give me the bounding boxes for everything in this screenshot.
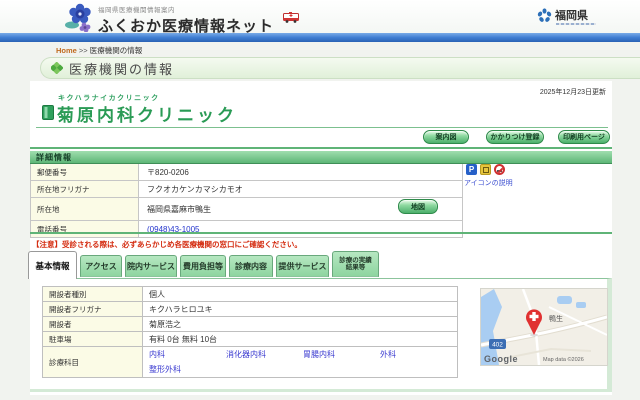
- prefecture-emblem-icon: [537, 7, 552, 22]
- breadcrumb-current: 医療機関の情報: [89, 46, 143, 55]
- breadcrumb: Home >> 医療機関の情報: [56, 45, 142, 56]
- basic-info-table: 開設者種別 個人 開設者フリガナ キクハラヒロユキ 開設者 菊原浩之 駐車場 有…: [42, 286, 458, 378]
- prefecture-logo-underline: [556, 23, 596, 25]
- row-label: 所在地: [31, 198, 139, 220]
- service-icon: [480, 164, 491, 175]
- clinic-marker-icon: [42, 105, 54, 120]
- page: 福岡県医療機関情報案内 ふくおか医療情報ネット 福岡県 Home >> 医療機関…: [0, 0, 640, 400]
- table-row: 開設者種別 個人: [43, 287, 457, 302]
- tab-hospital-services[interactable]: 院内サービス: [125, 255, 177, 277]
- row-label: 診療科目: [43, 347, 143, 377]
- table-row: 郵便番号 〒820-0206: [31, 164, 462, 181]
- row-value: フクオカケンカマシカモオ: [147, 184, 243, 194]
- table-row: 電話番号 (0948)43-1005: [31, 221, 462, 238]
- flower-logo-icon: [65, 3, 91, 32]
- tab-basic-info[interactable]: 基本情報: [28, 251, 77, 279]
- department-link[interactable]: 消化器内科: [226, 349, 303, 360]
- prefecture-name: 福岡県: [555, 10, 588, 22]
- notice-text: 【注意】受診される際は、必ずあらかじめ各医療機関の窓口にご確認ください。: [32, 240, 302, 249]
- updated-date: 2025年12月23日更新: [539, 89, 606, 96]
- row-label: 開設者: [43, 317, 143, 331]
- tab-treatment[interactable]: 診療内容: [229, 255, 273, 277]
- breadcrumb-home-link[interactable]: Home: [56, 46, 77, 55]
- tab-bar: 基本情報 アクセス 院内サービス 費用負担等 診療内容 提供サービス 診療の実績…: [28, 251, 379, 279]
- department-link[interactable]: 整形外科: [149, 364, 226, 375]
- department-links: 内科 消化器内科 胃腸内科 外科 整形外科: [143, 347, 457, 377]
- row-value: 個人: [149, 289, 165, 299]
- row-label: 駐車場: [43, 332, 143, 346]
- road-badge: 402: [492, 342, 503, 349]
- header-blue-bar: [0, 33, 640, 42]
- kakaritsuke-register-button[interactable]: かかりつけ登録: [486, 130, 544, 144]
- row-label: 開設者種別: [43, 287, 143, 301]
- site-header: 福岡県医療機関情報案内 ふくおか医療情報ネット 福岡県: [0, 0, 640, 36]
- row-label: 電話番号: [31, 221, 139, 237]
- row-label: 郵便番号: [31, 164, 139, 180]
- green-divider: [30, 147, 612, 149]
- row-value: キクハラヒロユキ: [149, 304, 213, 314]
- department-link[interactable]: 外科: [380, 349, 457, 360]
- table-row: 所在地 福岡県嘉麻市鴨生: [31, 198, 462, 221]
- row-value: 〒820-0206: [147, 167, 189, 177]
- department-link[interactable]: 胃腸内科: [303, 349, 380, 360]
- parking-icon: P: [466, 164, 477, 175]
- print-page-button[interactable]: 印刷用ページ: [558, 130, 610, 144]
- table-row: 開設者フリガナ キクハラヒロユキ: [43, 302, 457, 317]
- tab-provided-services[interactable]: 提供サービス: [276, 255, 329, 277]
- details-table: 郵便番号 〒820-0206 所在地フリガナ フクオカケンカマシカモオ 所在地 …: [30, 164, 463, 238]
- ambulance-icon: [283, 12, 299, 23]
- icon-legend-link[interactable]: アイコンの説明: [464, 178, 513, 188]
- map-attribution: Map data ©2026: [543, 357, 584, 363]
- title-underline: [36, 127, 608, 128]
- table-row: 開設者 菊原浩之: [43, 317, 457, 332]
- section-title: 医療機関の情報: [69, 61, 175, 77]
- tab-costs[interactable]: 費用負担等: [180, 255, 226, 277]
- map-button[interactable]: 地図: [398, 199, 438, 214]
- facility-badges: P: [466, 164, 505, 175]
- table-row: 診療科目 内科 消化器内科 胃腸内科 外科 整形外科: [43, 347, 457, 378]
- map-pin-label: 鴨生: [549, 314, 563, 323]
- clinic-name: 菊原内科クリニック: [57, 106, 237, 125]
- breadcrumb-separator: >>: [76, 46, 90, 55]
- site-subtitle: 福岡県医療機関情報案内: [98, 7, 175, 14]
- row-label: 開設者フリガナ: [43, 302, 143, 316]
- row-value: 菊原浩之: [149, 319, 181, 329]
- section-header: 医療機関の情報: [40, 57, 640, 79]
- row-value: 有料 0台 無料 10台: [149, 334, 218, 344]
- table-row: 所在地フリガナ フクオカケンカマシカモオ: [31, 181, 462, 198]
- prefecture-logo[interactable]: 福岡県: [537, 7, 588, 23]
- green-divider-bottom: [30, 232, 612, 234]
- tab-access[interactable]: アクセス: [80, 255, 122, 277]
- site-logo[interactable]: 福岡県医療機関情報案内 ふくおか医療情報ネット: [64, 1, 274, 36]
- table-row: 駐車場 有料 0台 無料 10台: [43, 332, 457, 347]
- details-header: 詳細情報: [30, 151, 612, 164]
- row-label: 所在地フリガナ: [31, 181, 139, 197]
- guide-map-button[interactable]: 案内図: [423, 130, 469, 144]
- google-logo: Google: [484, 354, 518, 364]
- tab-results[interactable]: 診療の実績 結果等: [332, 251, 379, 277]
- department-link[interactable]: 内科: [149, 349, 226, 360]
- clover-icon: [51, 62, 63, 74]
- no-smoking-icon: [494, 164, 505, 175]
- site-logo-text: 福岡県医療機関情報案内 ふくおか医療情報ネット: [98, 1, 274, 36]
